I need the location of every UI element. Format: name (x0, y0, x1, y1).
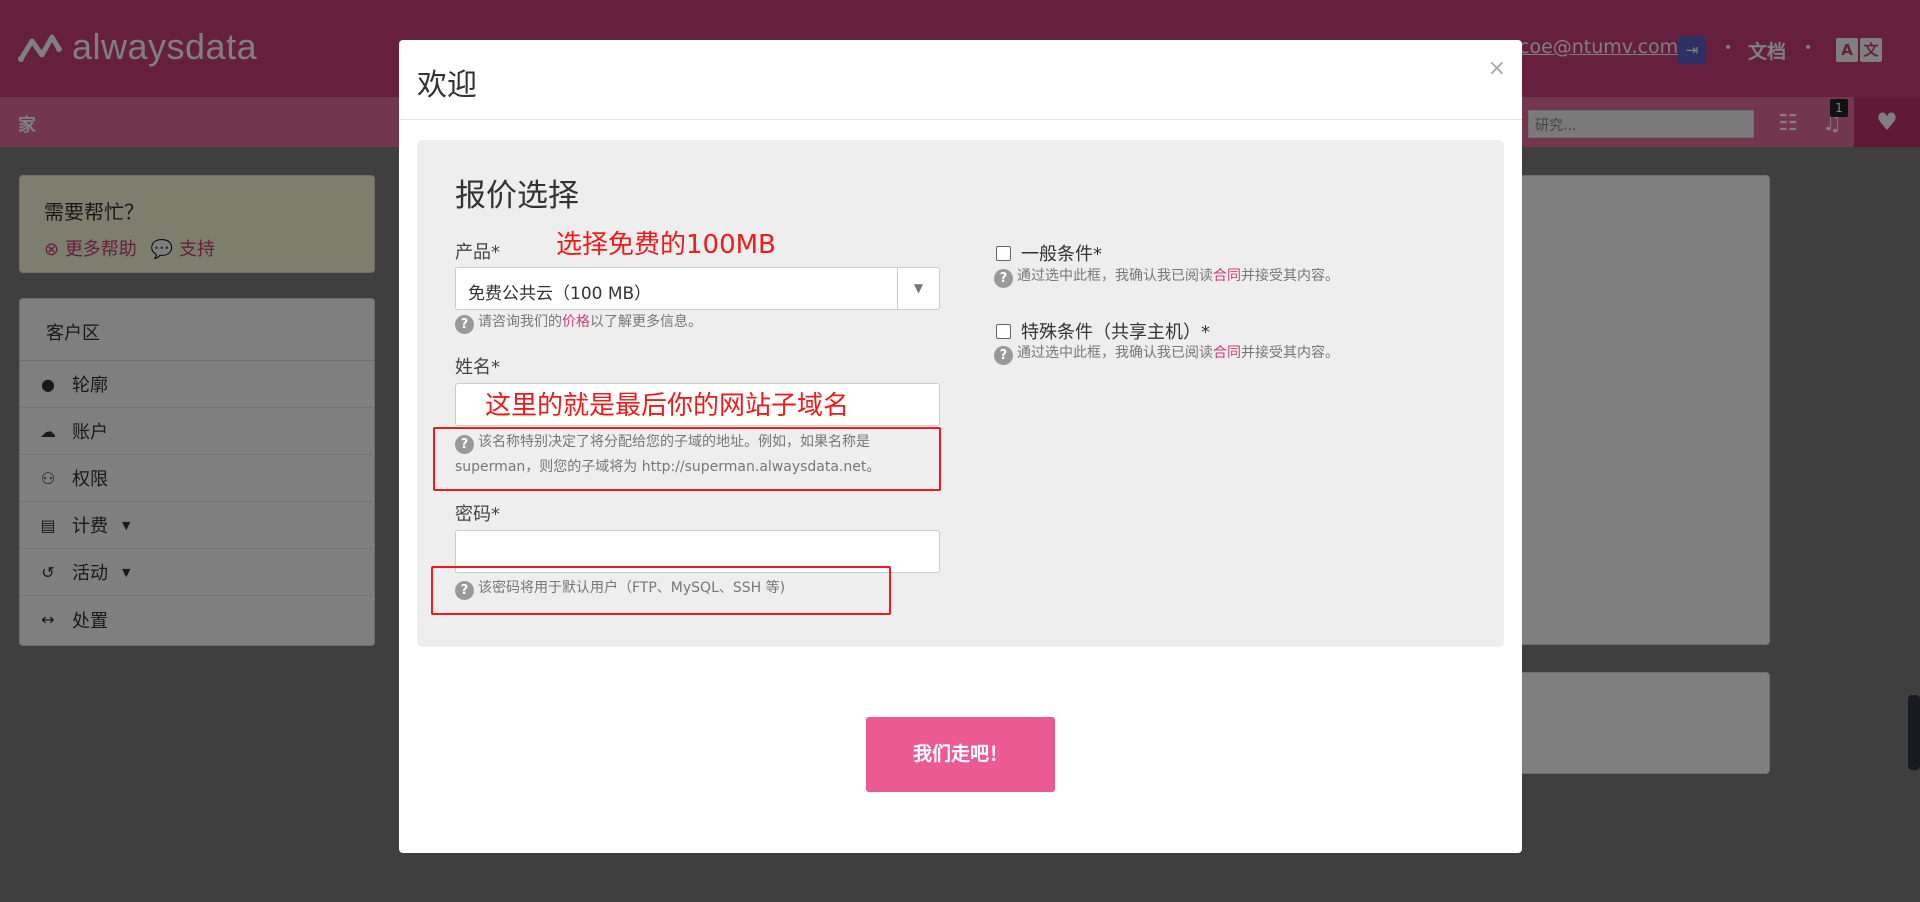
contract-link[interactable]: 合同 (1213, 268, 1241, 284)
special-terms-checkbox[interactable] (996, 323, 1011, 339)
section-title: 报价选择 (455, 178, 579, 214)
special-terms-help-before: 通过选中此框，我确认我已阅读 (1017, 345, 1213, 361)
question-icon: ? (994, 346, 1013, 365)
special-terms-help: ? 通过选中此框，我确认我已阅读合同并接受其内容。 (994, 341, 1339, 366)
general-terms-help-before: 通过选中此框，我确认我已阅读 (1017, 268, 1213, 284)
product-select[interactable]: 免费公共云（100 MB） ▼ (455, 267, 940, 310)
general-terms-label: 一般条件* (1021, 244, 1102, 265)
annotation-box-password-help (431, 566, 891, 615)
general-terms-row: 一般条件* (996, 240, 1102, 266)
annotation-box-name-help (433, 427, 941, 491)
special-terms-help-after: 并接受其内容。 (1241, 345, 1339, 361)
modal-title: 欢迎 (417, 68, 477, 103)
annotation-product-note: 选择免费的100MB (556, 230, 776, 260)
product-select-value: 免费公共云（100 MB） (468, 284, 652, 304)
question-icon: ? (994, 269, 1013, 288)
submit-button[interactable]: 我们走吧！ (866, 717, 1055, 792)
product-label: 产品* (455, 242, 500, 263)
name-label: 姓名* (455, 357, 500, 378)
general-terms-checkbox[interactable] (996, 245, 1011, 261)
close-icon[interactable]: × (1488, 56, 1506, 81)
general-terms-help-after: 并接受其内容。 (1241, 268, 1339, 284)
quote-selection-section: 报价选择 产品* 免费公共云（100 MB） ▼ ? 请咨询我们的价格以了解更多信… (417, 140, 1504, 647)
product-help-after: 以了解更多信息。 (590, 314, 702, 330)
question-icon: ? (455, 315, 474, 334)
general-terms-help: ? 通过选中此框，我确认我已阅读合同并接受其内容。 (994, 264, 1339, 289)
welcome-modal: 欢迎 × 报价选择 产品* 免费公共云（100 MB） ▼ ? 请咨询我们的价格以… (399, 40, 1522, 853)
modal-header: 欢迎 × (399, 40, 1522, 120)
product-help: ? 请咨询我们的价格以了解更多信息。 (455, 310, 702, 335)
annotation-name-note: 这里的就是最后你的网站子域名 (485, 391, 850, 421)
password-label: 密码* (455, 504, 500, 525)
chevron-down-icon[interactable]: ▼ (897, 268, 939, 309)
product-help-before: 请咨询我们的 (478, 314, 562, 330)
contract-link[interactable]: 合同 (1213, 345, 1241, 361)
pricing-link[interactable]: 价格 (562, 314, 590, 330)
